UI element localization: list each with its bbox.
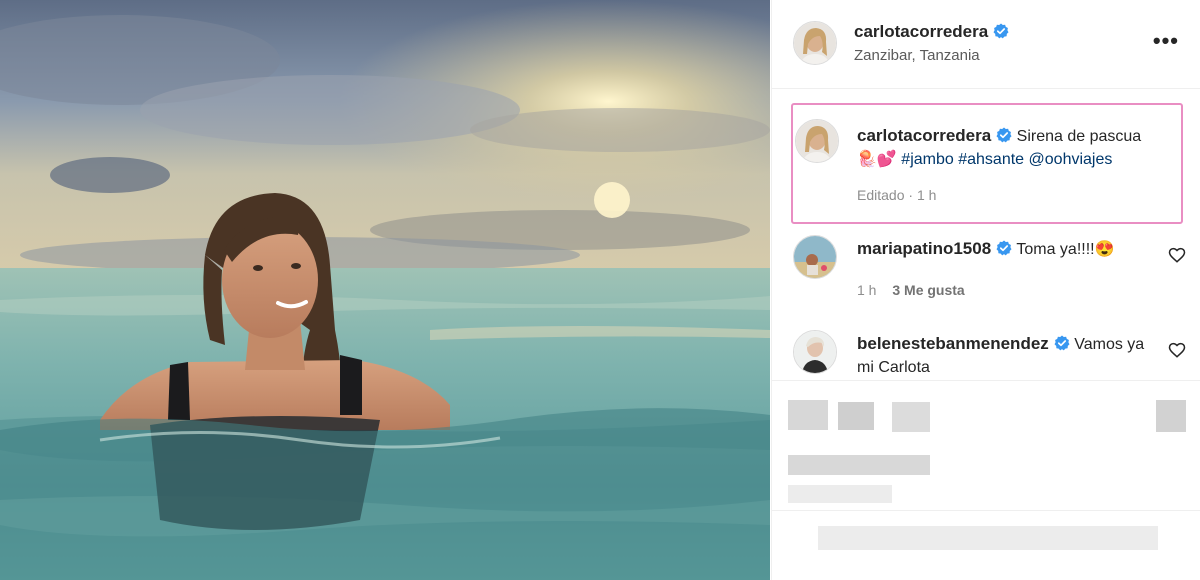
- blurred-likes-count: [788, 455, 930, 475]
- comment-text: Toma ya!!!!😍: [1016, 241, 1115, 258]
- comment-body: mariapatino1508 Toma ya!!!!😍: [857, 237, 1157, 261]
- commenter-username[interactable]: mariapatino1508: [857, 239, 991, 258]
- blurred-timestamp: [788, 485, 892, 503]
- instagram-post: carlotacorredera Zanzibar, Tanzania ••• …: [0, 0, 1200, 580]
- avatar-image: [794, 331, 836, 373]
- verified-badge-icon: [993, 23, 1009, 39]
- verified-badge-icon: [1054, 335, 1070, 351]
- caption-highlight-box: carlotacorredera Sirena de pascua 🪼💕 #ja…: [791, 103, 1183, 224]
- caption-username[interactable]: carlotacorredera: [857, 126, 991, 145]
- blurred-share-icon: [892, 402, 930, 432]
- hashtag-link[interactable]: #jambo: [901, 151, 953, 168]
- like-heart-icon[interactable]: [1168, 246, 1186, 264]
- blurred-save-icon: [1156, 400, 1186, 432]
- blurred-like-icon: [788, 400, 828, 430]
- commenter-avatar[interactable]: [793, 235, 837, 279]
- caption-emojis: 🪼💕: [857, 151, 897, 168]
- more-options-icon[interactable]: •••: [1153, 30, 1179, 52]
- caption-time[interactable]: 1 h: [917, 187, 936, 203]
- author-username[interactable]: carlotacorredera: [854, 22, 988, 41]
- commenter-username[interactable]: belenestebanmenendez: [857, 334, 1049, 353]
- avatar-image: [796, 120, 838, 162]
- blurred-comment-icon: [838, 402, 874, 430]
- beach-photo-image: [0, 0, 770, 580]
- post-side-panel: carlotacorredera Zanzibar, Tanzania ••• …: [771, 0, 1200, 580]
- commenter-avatar[interactable]: [793, 330, 837, 374]
- comment-meta: 1 h 3 Me gusta: [857, 282, 965, 298]
- post-photo[interactable]: [0, 0, 770, 580]
- comment-body: belenestebanmenendez Vamos ya mi Carlota: [857, 332, 1157, 379]
- verified-badge-icon: [996, 240, 1012, 256]
- mention-link[interactable]: @oohviajes: [1029, 151, 1113, 168]
- caption-meta: Editado · 1 h: [857, 187, 937, 203]
- post-header: carlotacorredera Zanzibar, Tanzania •••: [772, 0, 1200, 89]
- comment-time[interactable]: 1 h: [857, 282, 876, 298]
- like-heart-icon[interactable]: [1168, 341, 1186, 359]
- verified-badge-icon: [996, 127, 1012, 143]
- hashtag-link[interactable]: #ahsante: [958, 151, 1024, 168]
- divider: [772, 380, 1200, 381]
- post-location[interactable]: Zanzibar, Tanzania: [854, 47, 980, 64]
- author-line: carlotacorredera: [854, 22, 1009, 42]
- comment-likes[interactable]: 3 Me gusta: [892, 282, 964, 298]
- avatar-image: [794, 236, 836, 278]
- author-avatar[interactable]: [793, 21, 837, 65]
- blurred-comment-input: [818, 526, 1158, 550]
- edited-label: Editado: [857, 187, 905, 203]
- caption-avatar[interactable]: [795, 119, 839, 163]
- caption-body: Sirena de pascua: [1016, 128, 1142, 145]
- divider: [772, 510, 1200, 511]
- caption-text: carlotacorredera Sirena de pascua 🪼💕 #ja…: [857, 124, 1177, 171]
- avatar-image: [794, 22, 836, 64]
